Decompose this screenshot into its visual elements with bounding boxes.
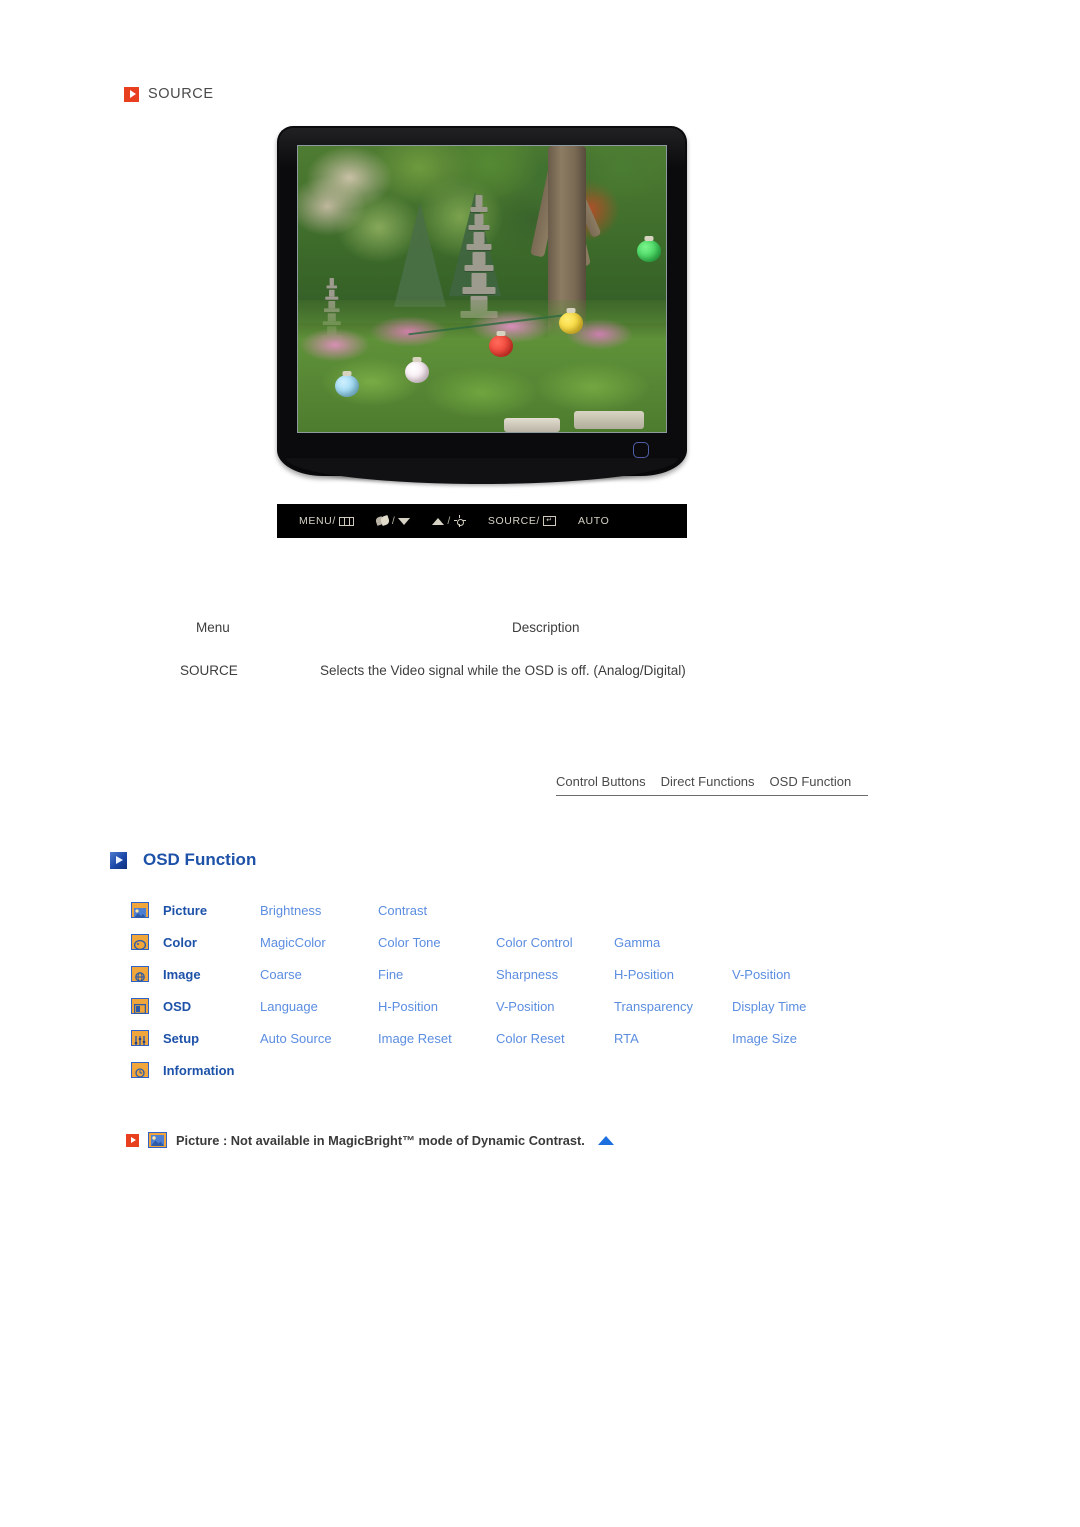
- osd-item-link[interactable]: Coarse: [260, 967, 378, 982]
- source-title: SOURCE: [148, 86, 214, 102]
- garden-photo: [298, 146, 666, 432]
- osd-item-link[interactable]: MagicColor: [260, 935, 378, 950]
- photo-lantern-red: [489, 334, 514, 357]
- osd-item-link[interactable]: Sharpness: [496, 967, 614, 982]
- photo-stone-slab: [504, 418, 561, 432]
- color-palette-icon: [131, 934, 149, 951]
- column-header-description: Description: [512, 620, 580, 635]
- osd-category-label[interactable]: Setup: [163, 1031, 260, 1046]
- photo-lantern-green: [636, 240, 661, 263]
- monitor-stand-base: [286, 458, 678, 484]
- cell-description: Selects the Video signal while the OSD i…: [320, 663, 686, 678]
- osd-item-link[interactable]: Display Time: [732, 999, 850, 1014]
- setup-sliders-icon: [131, 1030, 149, 1046]
- monitor-control-bar: MENU/ / / SOURCE/ ↵ AUTO: [277, 504, 687, 538]
- osd-item-link[interactable]: Contrast: [378, 903, 496, 918]
- red-play-arrow-icon: [126, 1133, 139, 1147]
- source-section-heading: SOURCE: [124, 86, 214, 102]
- magicbright-icon: [376, 516, 389, 526]
- column-header-menu: Menu: [196, 620, 230, 635]
- osd-category-label[interactable]: Color: [163, 935, 260, 950]
- table-header-row: Menu Description: [180, 620, 920, 635]
- enter-key-icon: ↵: [542, 516, 556, 526]
- osd-category-label[interactable]: Image: [163, 967, 260, 982]
- osd-item-link[interactable]: Color Tone: [378, 935, 496, 950]
- osd-item-link[interactable]: H-Position: [614, 967, 732, 982]
- photo-lantern-blue: [334, 374, 359, 397]
- triangle-up-icon: [432, 517, 445, 525]
- footnote: Picture : Not available in MagicBright™ …: [126, 1132, 614, 1148]
- information-clock-icon: [131, 1062, 149, 1078]
- page-root: SOURCE MENU/ / / SOURCE/ ↵ AUTO Menu Des…: [0, 0, 1080, 1527]
- photo-lantern-yellow: [559, 311, 584, 334]
- osd-item-link[interactable]: Language: [260, 999, 378, 1014]
- osd-item-link[interactable]: Brightness: [260, 903, 378, 918]
- photo-lantern-white: [404, 360, 429, 383]
- monitor-illustration: [277, 126, 687, 496]
- control-button-auto[interactable]: AUTO: [578, 515, 609, 527]
- image-globe-icon: [131, 966, 149, 982]
- tab-control-buttons[interactable]: Control Buttons: [556, 774, 646, 789]
- picture-icon: [131, 902, 149, 918]
- control-button-up-brightness[interactable]: /: [432, 515, 466, 527]
- osd-row-color: Color MagicColor Color Tone Color Contro…: [131, 926, 921, 958]
- osd-function-grid: Picture Brightness Contrast Color MagicC…: [131, 894, 921, 1086]
- osd-item-link[interactable]: Image Reset: [378, 1031, 496, 1046]
- osd-item-link[interactable]: Transparency: [614, 999, 732, 1014]
- tab-osd-function[interactable]: OSD Function: [770, 774, 852, 789]
- separator-slash: /: [447, 515, 451, 527]
- photo-conifer: [393, 203, 446, 308]
- menu-bars-icon: [338, 516, 354, 526]
- control-button-menu[interactable]: MENU/: [299, 515, 354, 527]
- control-button-magicbright-down[interactable]: /: [376, 515, 411, 527]
- osd-item-link[interactable]: RTA: [614, 1031, 732, 1046]
- section-tabs: Control Buttons Direct Functions OSD Fun…: [556, 774, 868, 796]
- osd-category-label[interactable]: Picture: [163, 903, 260, 918]
- osd-item-link[interactable]: Auto Source: [260, 1031, 378, 1046]
- red-play-arrow-icon: [124, 86, 139, 102]
- table-row: SOURCE Selects the Video signal while th…: [180, 663, 920, 678]
- osd-row-osd: OSD Language H-Position V-Position Trans…: [131, 990, 921, 1022]
- menu-description-table: Menu Description SOURCE Selects the Vide…: [180, 620, 920, 678]
- monitor-screen: [297, 145, 667, 433]
- osd-item-link[interactable]: V-Position: [496, 999, 614, 1014]
- osd-item-link[interactable]: Fine: [378, 967, 496, 982]
- osd-item-link[interactable]: Color Reset: [496, 1031, 614, 1046]
- auto-label: AUTO: [577, 515, 610, 527]
- blue-play-arrow-icon: [110, 851, 127, 869]
- osd-item-link[interactable]: Image Size: [732, 1031, 850, 1046]
- triangle-down-icon: [398, 517, 411, 525]
- picture-icon: [148, 1132, 167, 1148]
- osd-item-link[interactable]: V-Position: [732, 967, 850, 982]
- photo-stone-slab: [573, 411, 644, 430]
- osd-function-heading: OSD Function: [110, 850, 256, 870]
- osd-item-link[interactable]: Color Control: [496, 935, 614, 950]
- tab-direct-functions[interactable]: Direct Functions: [661, 774, 755, 789]
- osd-row-image: Image Coarse Fine Sharpness H-Position V…: [131, 958, 921, 990]
- osd-window-icon: [131, 998, 149, 1015]
- osd-item-link[interactable]: Gamma: [614, 935, 732, 950]
- footnote-text: Picture : Not available in MagicBright™ …: [176, 1132, 585, 1148]
- power-button[interactable]: [633, 442, 649, 458]
- monitor-bezel: [277, 126, 687, 476]
- osd-row-information: Information: [131, 1054, 921, 1086]
- osd-category-label[interactable]: OSD: [163, 999, 260, 1014]
- menu-label: MENU/: [299, 515, 336, 527]
- cell-menu: SOURCE: [180, 663, 238, 678]
- osd-item-link[interactable]: H-Position: [378, 999, 496, 1014]
- brightness-sun-icon: [453, 515, 466, 527]
- source-label: SOURCE/: [487, 515, 540, 527]
- osd-category-label[interactable]: Information: [163, 1063, 260, 1078]
- osd-row-picture: Picture Brightness Contrast: [131, 894, 921, 926]
- osd-function-title: OSD Function: [143, 850, 257, 869]
- blue-triangle-up-icon[interactable]: [597, 1135, 614, 1145]
- control-button-source-enter[interactable]: SOURCE/ ↵: [488, 515, 556, 527]
- separator-slash: /: [391, 515, 396, 527]
- osd-row-setup: Setup Auto Source Image Reset Color Rese…: [131, 1022, 921, 1054]
